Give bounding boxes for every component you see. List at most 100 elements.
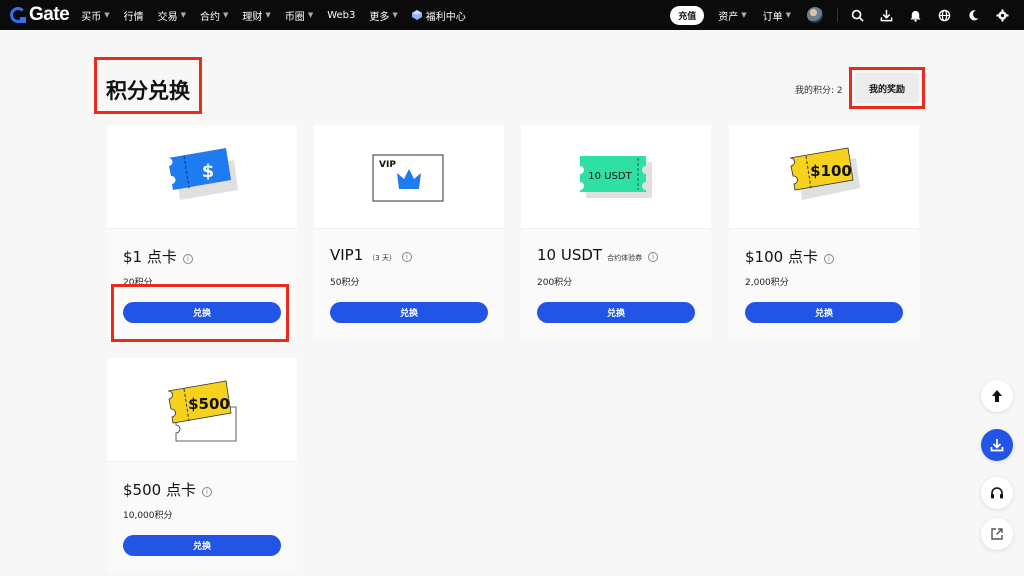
vip-crown-icon: VIP bbox=[372, 154, 444, 201]
nav-item-rewards-hub[interactable]: 福利中心 bbox=[411, 8, 466, 23]
nav-item-community[interactable]: 币圈 ▼ bbox=[285, 8, 313, 23]
chevron-down-icon: ▼ bbox=[223, 11, 229, 19]
card-title: $100 点卡 i bbox=[745, 246, 834, 267]
card-body: $500 点卡 i 10,000积分 兑换 bbox=[107, 462, 297, 573]
nav-menu: 买币 ▼ 行情 交易 ▼ 合约 ▼ 理财 ▼ 币圈 ▼ Web3 更多 ▼ 福利中心 bbox=[81, 8, 480, 23]
search-icon[interactable] bbox=[850, 8, 864, 22]
nav-label: 币圈 bbox=[284, 11, 305, 23]
highlight-box-title bbox=[94, 57, 202, 114]
my-points-label: 我的积分: 2 bbox=[795, 86, 843, 96]
card-subtitle: （3 天） bbox=[368, 254, 396, 262]
bell-icon[interactable] bbox=[908, 8, 922, 22]
download-icon[interactable] bbox=[879, 8, 893, 22]
chevron-down-icon: ▼ bbox=[741, 11, 747, 19]
deposit-button[interactable]: 充值 bbox=[670, 5, 705, 25]
svg-text:$: $ bbox=[202, 161, 215, 182]
card-image: $100 bbox=[729, 125, 919, 229]
svg-text:VIP: VIP bbox=[379, 160, 396, 170]
svg-text:$100: $100 bbox=[810, 162, 852, 180]
arrow-up-icon bbox=[992, 390, 1002, 402]
share-button[interactable] bbox=[981, 518, 1013, 550]
nav-label: 理财 bbox=[242, 11, 263, 23]
chevron-down-icon: ▼ bbox=[104, 11, 110, 19]
card-price: 50积分 bbox=[330, 278, 360, 288]
info-icon[interactable]: i bbox=[823, 254, 834, 264]
headset-icon bbox=[991, 487, 1003, 499]
ticket-100-icon: $100 bbox=[789, 147, 860, 200]
moon-icon[interactable] bbox=[966, 8, 980, 22]
external-link-icon bbox=[991, 528, 1003, 540]
reward-card-100usd: $100 $100 点卡 i 2,000积分 兑换 bbox=[729, 125, 919, 340]
nav-item-earn[interactable]: 理财 ▼ bbox=[242, 8, 270, 23]
nav-item-web3[interactable]: Web3 bbox=[327, 10, 355, 21]
nav-item-futures[interactable]: 合约 ▼ bbox=[200, 8, 228, 23]
download-icon bbox=[990, 439, 1004, 452]
nav-right: 充值 资产 ▼ 订单 ▼ bbox=[670, 0, 1024, 30]
nav-label: 资产 bbox=[718, 11, 739, 23]
nav-item-trade[interactable]: 交易 ▼ bbox=[158, 8, 186, 23]
card-title-text: VIP1 bbox=[330, 246, 364, 264]
redeem-button[interactable]: 兑换 bbox=[123, 535, 281, 556]
nav-label: 行情 bbox=[123, 11, 144, 23]
globe-icon[interactable] bbox=[937, 8, 951, 22]
chevron-down-icon: ▼ bbox=[392, 11, 398, 19]
highlight-box-redeem bbox=[111, 284, 289, 342]
card-title-text: $1 点卡 bbox=[123, 248, 177, 266]
top-nav: Gate 买币 ▼ 行情 交易 ▼ 合约 ▼ 理财 ▼ 币圈 ▼ Web3 更多 ▼ 福利中… bbox=[0, 0, 1024, 30]
nav-label: 合约 bbox=[200, 11, 221, 23]
gear-icon[interactable] bbox=[995, 8, 1009, 22]
info-icon[interactable]: i bbox=[648, 252, 659, 262]
info-icon[interactable]: i bbox=[201, 487, 212, 497]
redeem-button[interactable]: 兑换 bbox=[537, 302, 695, 323]
card-title-text: 10 USDT bbox=[537, 246, 603, 264]
card-body: $100 点卡 i 2,000积分 兑换 bbox=[729, 229, 919, 340]
card-body: 10 USDT 合约体验券 i 200积分 兑换 bbox=[521, 229, 711, 340]
info-icon[interactable]: i bbox=[182, 254, 193, 264]
gate-logo-icon bbox=[10, 7, 26, 23]
ticket-500-icon: $500 bbox=[167, 380, 237, 441]
svg-text:10 USDT: 10 USDT bbox=[588, 171, 632, 182]
card-title-text: $500 点卡 bbox=[123, 481, 196, 499]
nav-item-buy-crypto[interactable]: 买币 ▼ bbox=[81, 8, 109, 23]
card-price: 10,000积分 bbox=[123, 511, 173, 521]
card-price: 200积分 bbox=[537, 278, 573, 288]
card-image: VIP bbox=[314, 125, 504, 229]
nav-item-more[interactable]: 更多 ▼ bbox=[369, 8, 397, 23]
card-image: 10 USDT bbox=[521, 125, 711, 229]
nav-label: 交易 bbox=[157, 11, 178, 23]
reward-card-vip1: VIP VIP1 （3 天） i 50积分 兑换 bbox=[314, 125, 504, 340]
gate-logo[interactable]: Gate bbox=[10, 4, 70, 26]
redeem-button[interactable]: 兑换 bbox=[330, 302, 488, 323]
nav-label: 福利中心 bbox=[425, 11, 466, 23]
nav-label: 买币 bbox=[81, 11, 102, 23]
nav-label: 更多 bbox=[369, 11, 390, 23]
nav-item-orders[interactable]: 订单 ▼ bbox=[763, 8, 791, 23]
card-subtitle: 合约体验券 bbox=[607, 254, 643, 262]
info-icon[interactable]: i bbox=[401, 252, 412, 262]
nav-label: Web3 bbox=[327, 9, 356, 21]
svg-text:$500: $500 bbox=[188, 395, 230, 413]
card-price: 2,000积分 bbox=[745, 278, 789, 288]
logo-text: Gate bbox=[29, 4, 70, 25]
ticket-dollar-icon: $ bbox=[168, 147, 238, 200]
ticket-usdt-icon: 10 USDT bbox=[580, 155, 652, 198]
scroll-top-button[interactable] bbox=[981, 380, 1013, 412]
avatar[interactable] bbox=[807, 7, 823, 23]
chevron-down-icon: ▼ bbox=[307, 11, 314, 19]
card-image: $ bbox=[107, 125, 297, 229]
reward-card-500usd: $500 $500 点卡 i 10,000积分 兑换 bbox=[107, 358, 297, 573]
card-title-text: $100 点卡 bbox=[745, 248, 818, 266]
nav-divider bbox=[837, 8, 838, 22]
card-title: $1 点卡 i bbox=[123, 246, 193, 267]
nav-item-markets[interactable]: 行情 bbox=[124, 8, 144, 23]
highlight-box-rewards bbox=[849, 67, 925, 109]
card-image: $500 bbox=[107, 358, 297, 462]
download-app-button[interactable] bbox=[981, 429, 1013, 461]
gift-icon bbox=[411, 10, 422, 20]
card-title: VIP1 （3 天） i bbox=[330, 246, 412, 264]
support-button[interactable] bbox=[981, 477, 1013, 509]
card-title: $500 点卡 i bbox=[123, 479, 212, 500]
card-body: VIP1 （3 天） i 50积分 兑换 bbox=[314, 229, 504, 340]
redeem-button[interactable]: 兑换 bbox=[745, 302, 903, 323]
nav-item-assets[interactable]: 资产 ▼ bbox=[718, 8, 746, 23]
